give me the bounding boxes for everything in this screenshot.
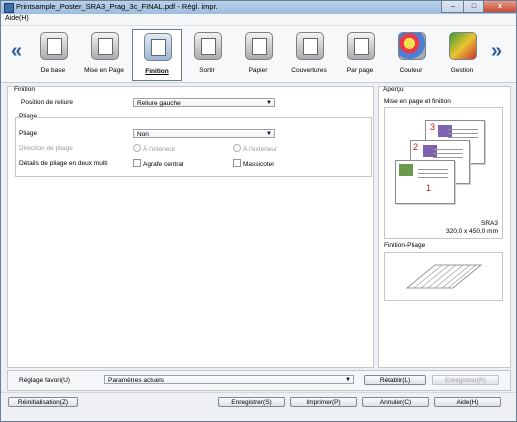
favorites-bar: Réglage favori(U) Paramètres actuels ▼ R… [7,370,511,391]
pliage-label: Pliage [19,130,38,137]
help-button[interactable]: Aide(H) [434,397,501,407]
menu-help[interactable]: Aide(H) [5,15,29,22]
tab-label: Finition [145,68,169,75]
tab-sortir[interactable]: Sortir [183,29,231,79]
tab-label: Papier [248,67,268,74]
layout-preview: 3 2 1 SRA3 320,0 x 450,0 mm [384,107,503,239]
recall-button[interactable]: Rétablir(L) [364,375,426,385]
fold-illustration-icon [405,264,483,289]
preview-title: Aperçu [383,86,404,93]
app-icon [4,3,14,13]
management-icon [449,32,477,60]
radio-icon [233,144,241,152]
tab-label: Couvertures [291,67,327,74]
page-number: 2 [413,142,419,152]
paper-name: SRA3 [481,220,498,227]
center-staple-checkbox[interactable]: Agrafe central [133,159,183,168]
finishing-group-title: Finition [14,86,35,93]
layout-preview-title: Mise en page et finition [384,98,451,105]
chevron-down-icon: ▼ [266,100,272,106]
favorite-label: Réglage favori(U) [19,377,70,384]
tab-label: Couleur [399,67,423,74]
pliage-value: Non [137,131,149,138]
tab-par-page[interactable]: Par page [336,29,384,79]
cover-icon [296,32,324,60]
chevron-down-icon: ▼ [345,377,351,383]
image-icon [423,145,437,157]
print-button[interactable]: Imprimer(P) [290,397,357,407]
multi-fold-label: Détails de pliage en deux multi [19,160,108,167]
finishing-icon [144,33,172,61]
window-title: Printsample_Poster_SRA3_Prag_3c_FINAL.pd… [16,2,218,11]
favorite-value: Paramètres actuels [108,377,164,384]
fold-inside-radio[interactable]: À l'intérieur [133,144,175,153]
fold-direction-label: Direction de pliage [19,145,73,152]
paper-icon [245,32,273,60]
tab-de-base[interactable]: De base [29,29,77,79]
tab-finition[interactable]: Finition [132,29,182,81]
tab-label: Par page [346,67,374,74]
favorite-select[interactable]: Paramètres actuels ▼ [104,375,354,384]
minimize-button[interactable]: – [441,1,465,13]
radio-icon [133,144,141,152]
binding-position-select[interactable]: Reliure gauche ▼ [133,98,275,107]
cancel-button[interactable]: Annuler(C) [362,397,429,407]
output-tray-icon [194,32,222,60]
fold-preview-title: Finition-Pliage [384,242,426,249]
tab-couleur[interactable]: Couleur [387,29,435,79]
tab-label: Sortir [199,67,215,74]
binding-position-value: Reliure gauche [137,100,181,107]
close-icon: x [498,3,502,10]
maximize-button[interactable]: □ [463,1,485,13]
category-toolbar: « De base Mise en Page Finition Sortir P… [1,26,516,83]
tab-gestion[interactable]: Gestion [438,29,486,79]
finishing-panel: Finition Position de reliure Reliure gau… [7,86,374,368]
page-number: 1 [426,183,432,193]
per-page-icon [347,32,375,60]
close-button[interactable]: x [483,1,517,13]
menu-bar: Aide(H) [1,14,516,26]
title-bar: Printsample_Poster_SRA3_Prag_3c_FINAL.pd… [1,1,517,14]
preview-panel: Aperçu Mise en page et finition 3 2 1 SR… [378,86,511,368]
image-icon [438,125,452,137]
center-staple-label: Agrafe central [143,161,184,168]
basic-settings-icon [40,32,68,60]
fold-preview [384,252,503,301]
tab-label: Mise en Page [84,67,124,74]
save-button[interactable]: Enregistrer(S) [218,397,285,407]
fold-inside-label: À l'intérieur [143,146,176,153]
tab-couvertures[interactable]: Couvertures [285,29,333,79]
register-button[interactable]: Enregistrer(R) [432,375,499,385]
fold-outside-label: À l'extérieur [243,146,278,153]
tab-mise-en-page[interactable]: Mise en Page [80,29,128,79]
chevron-down-icon: ▼ [266,131,272,137]
layout-icon [91,32,119,60]
fold-outside-radio[interactable]: À l'extérieur [233,144,277,153]
page-number: 3 [430,122,436,132]
binding-position-label: Position de reliure [21,99,74,106]
print-settings-window: Printsample_Poster_SRA3_Prag_3c_FINAL.pd… [0,0,517,422]
trimmer-label: Massicoter [243,161,275,168]
trimmer-checkbox[interactable]: Massicoter [233,159,274,168]
pliage-select[interactable]: Non ▼ [133,129,275,138]
image-icon [399,164,413,176]
reset-button[interactable]: Réinitialisation(Z) [8,397,78,407]
scroll-right-icon[interactable]: » [491,40,502,63]
tab-label: De base [40,67,66,74]
paper-size: 320,0 x 450,0 mm [445,228,498,235]
checkbox-icon [133,159,141,167]
tab-papier[interactable]: Papier [234,29,282,79]
tab-label: Gestion [450,67,474,74]
divider [1,392,516,393]
preview-page: 1 [395,160,455,204]
scroll-left-icon[interactable]: « [11,40,22,63]
checkbox-icon [233,159,241,167]
color-icon [398,32,426,60]
